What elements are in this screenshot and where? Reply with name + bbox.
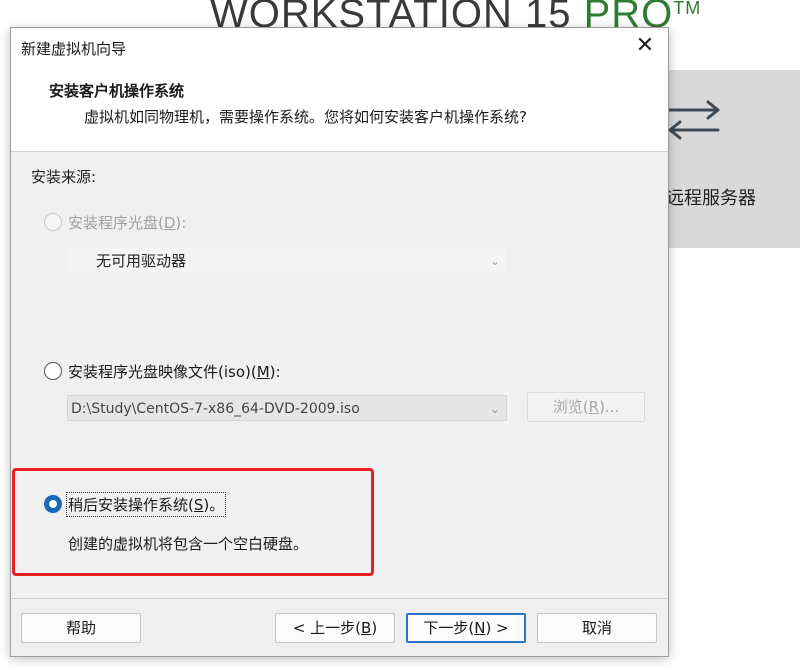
browse-button[interactable]: 浏览(R)... xyxy=(527,392,645,422)
drive-select-value: 无可用驱动器 xyxy=(96,252,187,270)
cancel-button[interactable]: 取消 xyxy=(537,613,657,643)
back-button[interactable]: < 上一步(B) xyxy=(275,613,395,643)
remote-server-label: 远程服务器 xyxy=(666,188,756,209)
dialog-titlebar[interactable]: 新建虚拟机向导 ✕ xyxy=(11,28,668,66)
wizard-header: 安装客户机操作系统 虚拟机如同物理机，需要操作系统。您将如何安装客户机操作系统? xyxy=(11,66,668,152)
page-subtitle: 虚拟机如同物理机，需要操作系统。您将如何安装客户机操作系统? xyxy=(84,108,527,126)
drive-select[interactable]: 无可用驱动器 ⌄ xyxy=(67,247,507,273)
close-icon[interactable]: ✕ xyxy=(632,34,658,60)
remote-server-tile[interactable]: 远程服务器 xyxy=(660,70,800,248)
page-title: 安装客户机操作系统 xyxy=(49,82,185,100)
install-iso-label: 安装程序光盘映像文件(iso)(M): xyxy=(68,363,281,381)
dialog-title: 新建虚拟机向导 xyxy=(21,40,127,58)
install-disc-label: 安装程序光盘(D): xyxy=(68,214,187,232)
radio-install-iso[interactable] xyxy=(44,362,62,380)
radio-install-disc[interactable] xyxy=(44,213,62,231)
help-button[interactable]: 帮助 xyxy=(21,613,141,643)
annotation-highlight-box xyxy=(12,468,374,576)
iso-path-combo[interactable]: D:\Study\CentOS-7-x86_64-DVD-2009.iso ⌄ xyxy=(67,395,507,421)
iso-path-value: D:\Study\CentOS-7-x86_64-DVD-2009.iso xyxy=(71,401,360,417)
swap-arrows-icon xyxy=(668,100,720,140)
chevron-down-icon[interactable]: ⌄ xyxy=(490,396,500,422)
next-button[interactable]: 下一步(N) > xyxy=(406,613,526,643)
install-source-label: 安装来源: xyxy=(31,168,97,186)
chevron-down-icon: ⌄ xyxy=(489,254,500,268)
footer-divider xyxy=(11,598,668,599)
